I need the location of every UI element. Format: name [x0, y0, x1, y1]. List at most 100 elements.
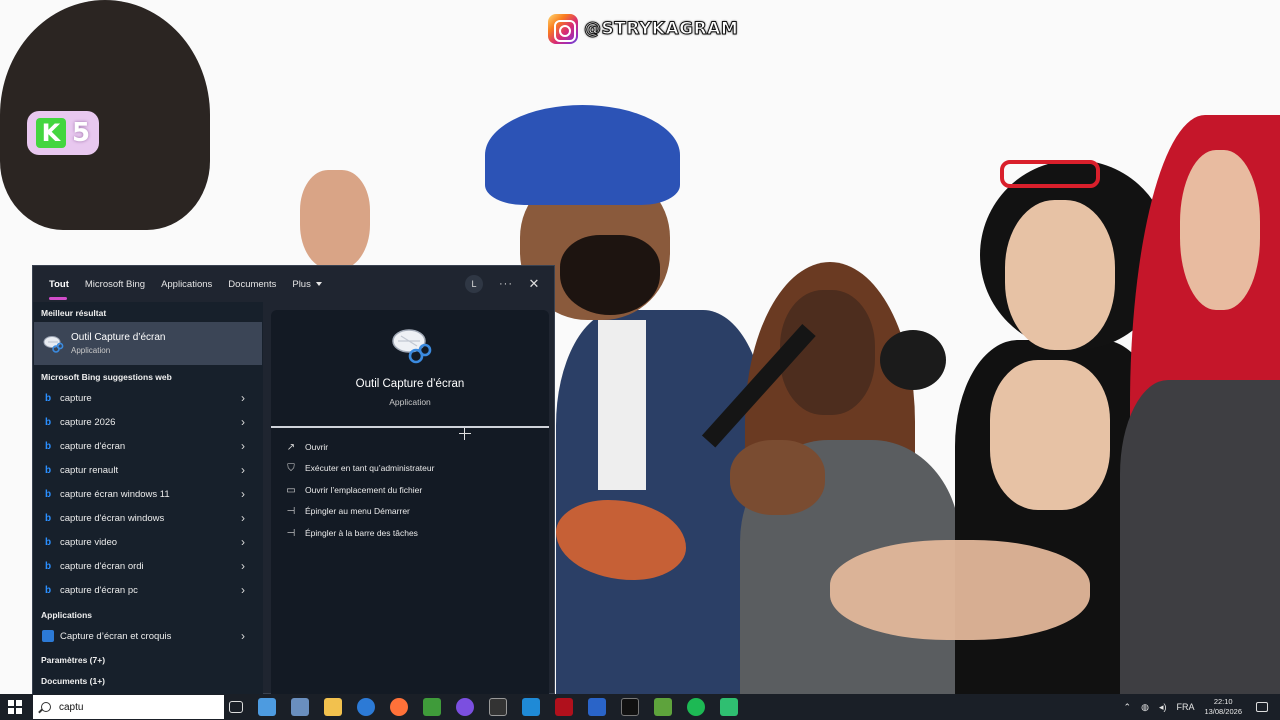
action-label: Exécuter en tant qu’administrateur — [305, 463, 435, 473]
tab-all[interactable]: Tout — [41, 266, 77, 302]
system-tray: ⌃ ◍ ◂) FRA 22:10 13/08/2026 — [1124, 694, 1280, 720]
action-pin-taskbar[interactable]: ⊣ Épingler à la barre des tâches — [285, 524, 535, 542]
pin-icon: ⊣ — [286, 505, 296, 517]
search-input[interactable] — [59, 701, 219, 713]
search-icon — [41, 702, 51, 712]
documents-heading[interactable]: Documents (1+) — [41, 676, 105, 686]
bing-icon: b — [44, 392, 52, 404]
app-icon-purple[interactable] — [456, 698, 474, 716]
detail-title: Outil Capture d’écran — [355, 378, 465, 390]
clock-time: 22:10 — [1213, 697, 1233, 706]
action-open[interactable]: ↗ Ouvrir — [285, 438, 535, 456]
network-icon[interactable]: ◍ — [1141, 702, 1149, 713]
detail-subtitle: Application — [389, 397, 431, 407]
more-options-icon[interactable]: ··· — [497, 275, 515, 293]
channel-badge-letter: K — [35, 118, 66, 148]
vscode-icon[interactable] — [522, 698, 540, 716]
user-avatar[interactable]: L — [465, 275, 483, 293]
notification-icon[interactable] — [1256, 702, 1268, 712]
action-label: Ouvrir l’emplacement du fichier — [305, 485, 423, 495]
bing-icon: b — [44, 464, 52, 476]
action-run-as-admin[interactable]: ⛉ Exécuter en tant qu’administrateur — [285, 459, 535, 477]
bing-suggestion-item[interactable]: b capture › — [34, 386, 262, 410]
clock-date: 13/08/2026 — [1204, 707, 1242, 716]
bing-icon: b — [44, 560, 52, 572]
applications-heading: Applications — [41, 610, 93, 620]
microphone-head — [880, 330, 946, 390]
action-pin-start[interactable]: ⊣ Épingler au menu Démarrer — [285, 502, 535, 520]
bing-suggestion-label: capture d'écran — [60, 440, 126, 452]
action-open-file-location[interactable]: ▭ Ouvrir l’emplacement du fichier — [285, 481, 535, 499]
bing-suggestion-item[interactable]: b capture video › — [34, 530, 262, 554]
bing-suggestion-item[interactable]: b captur renault › — [34, 458, 262, 482]
tab-more[interactable]: Plus — [284, 266, 329, 302]
edge-icon[interactable] — [357, 698, 375, 716]
taskbar-search-box[interactable] — [33, 695, 224, 719]
file-explorer-icon[interactable] — [324, 698, 342, 716]
bing-suggestion-item[interactable]: b capture d'écran ordi › — [34, 554, 262, 578]
settings-heading[interactable]: Paramètres (7+) — [41, 655, 105, 665]
bing-suggestion-label: capture d'écran windows — [60, 512, 165, 524]
windows-start-icon[interactable] — [8, 700, 22, 714]
word-icon[interactable] — [588, 698, 606, 716]
woman-right-skin — [990, 360, 1110, 510]
app-icon-teal[interactable] — [720, 698, 738, 716]
bing-icon: b — [44, 512, 52, 524]
firefox-icon[interactable] — [390, 698, 408, 716]
tab-bing[interactable]: Microsoft Bing — [77, 266, 153, 302]
language-indicator[interactable]: FRA — [1176, 702, 1194, 712]
app-icon-1[interactable] — [258, 698, 276, 716]
open-icon: ↗ — [286, 441, 296, 453]
clock[interactable]: 22:10 13/08/2026 — [1204, 697, 1242, 717]
channel-badge-number: 5 — [71, 118, 91, 148]
red-glasses — [1000, 160, 1100, 188]
instagram-handle: @STRYKAGRAM — [583, 19, 739, 40]
chevron-right-icon: › — [241, 487, 245, 501]
action-label: Épingler à la barre des tâches — [305, 528, 418, 538]
bing-icon: b — [44, 488, 52, 500]
bing-suggestion-label: capture 2026 — [60, 416, 116, 428]
interviewer-hand — [730, 440, 825, 515]
best-result-item[interactable]: Outil Capture d’écran Application — [34, 322, 262, 365]
store-icon[interactable] — [291, 698, 309, 716]
bing-suggestion-item[interactable]: b capture d'écran windows › — [34, 506, 262, 530]
bing-suggestion-item[interactable]: b capture 2026 › — [34, 410, 262, 434]
bing-suggestion-label: capture écran windows 11 — [60, 488, 170, 500]
app-icon-green[interactable] — [654, 698, 672, 716]
bing-icon: b — [44, 440, 52, 452]
task-view-icon[interactable] — [229, 701, 243, 713]
tab-applications[interactable]: Applications — [153, 266, 220, 302]
chevron-right-icon: › — [241, 535, 245, 549]
pinned-apps — [229, 694, 738, 720]
bing-suggestion-label: capture d'écran ordi — [60, 560, 144, 572]
chevron-right-icon: › — [241, 415, 245, 429]
chevron-right-icon: › — [241, 629, 245, 643]
woman-far-right-body — [1120, 380, 1280, 694]
spreadsheet-icon[interactable] — [423, 698, 441, 716]
spotify-icon[interactable] — [687, 698, 705, 716]
results-list: Meilleur résultat Outil Capture d’écran … — [33, 302, 263, 695]
chevron-right-icon: › — [241, 559, 245, 573]
instagram-tag: @STRYKAGRAM — [548, 14, 738, 44]
chevron-up-icon[interactable]: ⌃ — [1124, 702, 1132, 713]
chevron-right-icon: › — [241, 511, 245, 525]
app-icon-red[interactable] — [555, 698, 573, 716]
bing-suggestion-item[interactable]: b capture écran windows 11 › — [34, 482, 262, 506]
speaker-icon[interactable]: ◂) — [1159, 702, 1167, 713]
terminal-icon[interactable] — [489, 698, 507, 716]
chevron-right-icon: › — [241, 583, 245, 597]
action-label: Épingler au menu Démarrer — [305, 506, 410, 516]
app-result-item[interactable]: Capture d’écran et croquis › — [34, 624, 262, 648]
chevron-right-icon: › — [241, 439, 245, 453]
bing-suggestion-item[interactable]: b capture d'écran › — [34, 434, 262, 458]
bing-suggestion-label: captur renault — [60, 464, 119, 476]
instagram-icon — [548, 14, 578, 44]
result-detail-pane: Outil Capture d’écran Application ↗ Ouvr… — [271, 310, 549, 695]
chevron-down-icon — [315, 282, 322, 286]
bing-suggestion-item[interactable]: b capture d'écran pc › — [34, 578, 262, 602]
interviewer-shirt — [598, 320, 646, 490]
woman-right-face — [1005, 200, 1115, 350]
tab-documents[interactable]: Documents — [220, 266, 284, 302]
tradingview-icon[interactable] — [621, 698, 639, 716]
close-icon[interactable]: ✕ — [525, 275, 543, 293]
